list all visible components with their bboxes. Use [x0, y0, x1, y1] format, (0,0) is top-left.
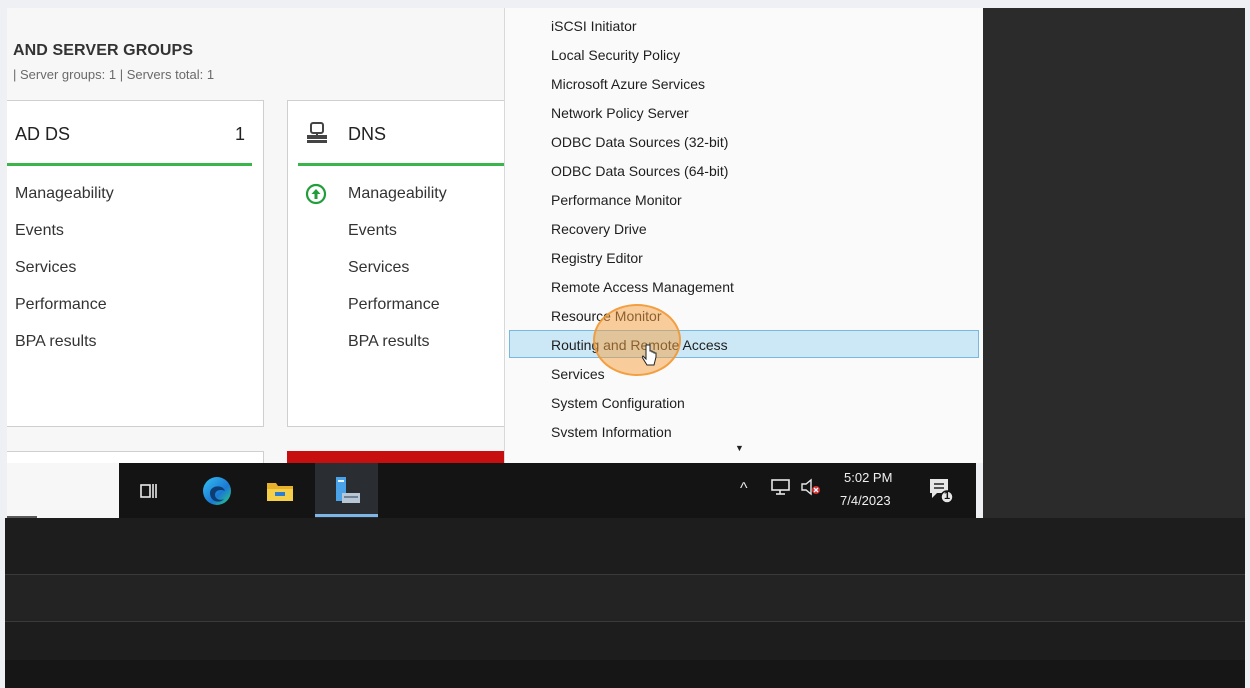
- roles-heading: AND SERVER GROUPS: [13, 42, 194, 59]
- tile-row-performance[interactable]: Performance: [15, 296, 107, 314]
- taskbar: ^ 5:02 PM 7/4/2023 1: [119, 463, 976, 518]
- menu-item-performance-monitor[interactable]: Performance Monitor: [551, 192, 682, 208]
- video-control-band: [5, 574, 1245, 622]
- tile-row-bpa-results[interactable]: BPA results: [348, 333, 430, 351]
- notification-count: 1: [944, 490, 951, 502]
- menu-item-remote-access-management[interactable]: Remote Access Management: [551, 279, 734, 295]
- dark-side-panel: [983, 8, 1245, 518]
- status-bar: [7, 163, 252, 166]
- tile-row-manageability[interactable]: Manageability: [348, 185, 447, 203]
- right-margin: [1245, 0, 1250, 688]
- up-arrow-circle-icon: [305, 183, 327, 210]
- tile-title[interactable]: AD DS: [15, 124, 70, 145]
- tile-row-performance[interactable]: Performance: [348, 296, 440, 314]
- mouse-cursor-icon: [641, 343, 658, 376]
- tile-dns[interactable]: DNS Manageability Events Services Perfor…: [287, 100, 504, 427]
- menu-item-system-information[interactable]: Svstem Information: [551, 424, 672, 440]
- tile-row-services[interactable]: Services: [348, 259, 409, 277]
- tile-row-manageability[interactable]: Manageability: [15, 185, 114, 203]
- server-manager-icon[interactable]: [329, 473, 365, 509]
- tile-row-bpa-results[interactable]: BPA results: [15, 333, 97, 351]
- menu-item-system-configuration[interactable]: System Configuration: [551, 395, 685, 411]
- menu-item-iscsi-initiator[interactable]: iSCSI Initiator: [551, 18, 637, 34]
- volume-muted-icon[interactable]: [800, 478, 822, 501]
- menu-item-odbc-64[interactable]: ODBC Data Sources (64-bit): [551, 163, 728, 179]
- clock-date[interactable]: 7/4/2023: [840, 493, 891, 508]
- roles-subheading: | Server groups: 1 | Servers total: 1: [13, 67, 215, 82]
- tile-title[interactable]: DNS: [348, 124, 386, 145]
- scroll-down-arrow-icon[interactable]: ▼: [735, 443, 744, 453]
- tile-count: 1: [234, 124, 245, 144]
- menu-item-network-policy-server[interactable]: Network Policy Server: [551, 105, 689, 121]
- dns-server-icon: [304, 121, 330, 150]
- show-hidden-icons-chevron-icon[interactable]: ^: [740, 480, 748, 498]
- menu-item-local-security-policy[interactable]: Local Security Policy: [551, 47, 680, 63]
- app-strip: [7, 463, 119, 518]
- menu-item-services[interactable]: Services: [551, 366, 605, 382]
- menu-item-registry-editor[interactable]: Registry Editor: [551, 250, 643, 266]
- tile-row-services[interactable]: Services: [15, 259, 76, 277]
- file-explorer-icon[interactable]: [262, 473, 298, 509]
- tile-row-events[interactable]: Events: [15, 222, 64, 240]
- tools-menu: iSCSI Initiator Local Security Policy Mi…: [504, 8, 983, 463]
- video-bottom-bar: [5, 660, 1250, 688]
- network-icon[interactable]: [771, 478, 791, 501]
- tile-ad-ds[interactable]: AD DS 1 Manageability Events Services Pe…: [7, 100, 264, 427]
- menu-item-odbc-32[interactable]: ODBC Data Sources (32-bit): [551, 134, 728, 150]
- edge-icon[interactable]: [199, 473, 235, 509]
- click-highlight-circle: [593, 304, 681, 376]
- active-app-indicator: [315, 514, 378, 517]
- notifications-icon[interactable]: [927, 476, 955, 509]
- status-bar: [298, 163, 504, 166]
- menu-item-recovery-drive[interactable]: Recovery Drive: [551, 221, 647, 237]
- menu-item-microsoft-azure-services[interactable]: Microsoft Azure Services: [551, 76, 705, 92]
- clock-time[interactable]: 5:02 PM: [844, 470, 892, 485]
- task-view-icon[interactable]: [131, 473, 167, 509]
- tile-row-events[interactable]: Events: [348, 222, 397, 240]
- server-manager-dashboard: AND SERVER GROUPS | Server groups: 1 | S…: [7, 8, 504, 518]
